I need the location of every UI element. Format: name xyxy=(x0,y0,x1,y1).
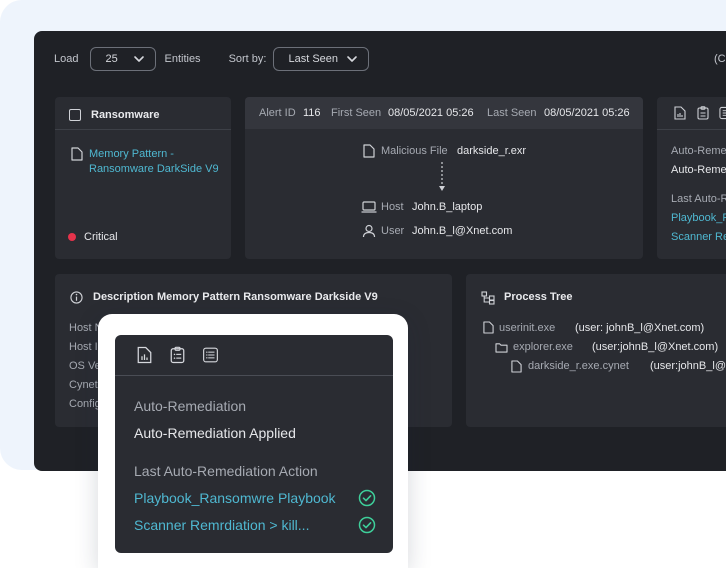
last-seen-value: 08/05/2021 05:26 xyxy=(544,107,630,119)
document-icon xyxy=(71,147,83,161)
process-node-name[interactable]: userinit.exe xyxy=(499,322,555,334)
chevron-down-icon xyxy=(134,56,145,62)
entities-label: Entities xyxy=(164,53,201,65)
info-icon xyxy=(70,291,83,304)
folder-icon xyxy=(495,343,508,353)
load-count-select[interactable]: 25 xyxy=(90,47,157,71)
playbook-action-link[interactable]: Playbook_Ransomwre Playbook xyxy=(134,490,336,506)
toolbar-right-text: (C xyxy=(714,53,726,65)
playbook-link-clipped[interactable]: Playbook_R xyxy=(671,212,726,224)
malicious-file-label: Malicious File xyxy=(381,145,448,157)
load-count-value: 25 xyxy=(105,53,118,65)
laptop-icon xyxy=(361,201,377,213)
first-seen-value: 08/05/2021 05:26 xyxy=(388,107,474,119)
card-divider xyxy=(55,129,231,130)
user-label: User xyxy=(381,225,405,237)
memory-pattern-link-line2[interactable]: Ransomware DarkSide V9 xyxy=(89,163,219,175)
critical-status-dot xyxy=(68,233,76,241)
list-icon[interactable] xyxy=(719,106,726,120)
auto-remediation-label: Auto-Remediation xyxy=(134,398,247,414)
auto-remediation-label-clipped: Auto-Reme xyxy=(671,145,726,157)
document-icon xyxy=(483,321,494,334)
last-action-label: Last Auto-Remediation Action xyxy=(134,463,318,479)
alert-id-value: 116 xyxy=(303,107,321,119)
select-checkbox[interactable] xyxy=(69,109,81,121)
process-tree-card: Process Tree userinit.exe (user: johnB_l… xyxy=(466,274,726,427)
detail-row-label: Host I xyxy=(69,341,98,353)
remediation-card: Auto-Reme Auto-Reme Last Auto-R Playbook… xyxy=(657,97,726,259)
report-icon[interactable] xyxy=(674,106,686,120)
host-value[interactable]: John.B_laptop xyxy=(412,201,482,213)
severity-label: Critical xyxy=(84,231,118,243)
description-label: Description xyxy=(93,291,154,303)
chevron-down-icon xyxy=(347,56,358,62)
malicious-file-value[interactable]: darkside_r.exr xyxy=(457,145,526,157)
alert-type-title: Ransomware xyxy=(91,109,160,121)
detail-row-label: Config xyxy=(69,398,101,410)
auto-remediation-popup: Auto-Remediation Auto-Remediation Applie… xyxy=(98,314,408,568)
sort-select[interactable]: Last Seen xyxy=(273,47,370,71)
user-icon xyxy=(362,224,376,238)
sort-value: Last Seen xyxy=(288,53,339,65)
ransomware-alert-card[interactable]: Ransomware Memory Pattern - Ransomware D… xyxy=(55,97,231,259)
process-node-name[interactable]: darkside_r.exe.cynet xyxy=(528,360,629,372)
tree-structure-icon xyxy=(481,291,495,305)
process-node-user: (user: johnB_l@Xnet.com) xyxy=(575,322,705,334)
file-icon xyxy=(363,144,375,158)
list-icon[interactable] xyxy=(202,347,219,363)
popup-divider xyxy=(115,375,393,376)
clipboard-icon[interactable] xyxy=(697,106,709,120)
first-seen-label: First Seen xyxy=(331,107,382,119)
detail-row-label: OS Ve xyxy=(69,360,101,372)
auto-remediation-value: Auto-Remediation Applied xyxy=(134,425,296,441)
check-circle-icon xyxy=(358,516,376,534)
scanner-link-clipped[interactable]: Scanner Re xyxy=(671,231,726,243)
report-icon[interactable] xyxy=(137,346,152,364)
dashed-arrow-down-icon xyxy=(439,162,445,191)
clipboard-icon[interactable] xyxy=(170,346,185,364)
alert-detail-card: Alert ID 116 First Seen 08/05/2021 05:26… xyxy=(245,97,643,259)
sort-label: Sort by: xyxy=(228,53,267,65)
process-node-name[interactable]: explorer.exe xyxy=(513,341,573,353)
process-tree-title: Process Tree xyxy=(504,291,573,303)
card-divider xyxy=(657,129,726,130)
auto-remediation-value-clipped: Auto-Reme xyxy=(671,164,726,176)
check-circle-icon xyxy=(358,489,376,507)
document-icon xyxy=(511,360,522,373)
user-value[interactable]: John.B_l@Xnet.com xyxy=(412,225,512,237)
alert-id-label: Alert ID xyxy=(259,107,296,119)
host-label: Host xyxy=(381,201,404,213)
scanner-action-link[interactable]: Scanner Remrdiation > kill... xyxy=(134,517,309,533)
process-node-user: (user:johnB_l@Xnet.com) xyxy=(592,341,719,353)
toolbar: Load 25 Entities Sort by: Last Seen xyxy=(54,46,370,72)
load-label: Load xyxy=(54,53,79,65)
detail-row-label: Cynet xyxy=(69,379,98,391)
process-node-user: (user:johnB_l@X xyxy=(650,360,726,372)
description-value: Memory Pattern Ransomware Darkside V9 xyxy=(157,291,378,303)
memory-pattern-link-line1[interactable]: Memory Pattern - xyxy=(89,148,174,160)
last-action-label-clipped: Last Auto-R xyxy=(671,193,726,205)
auto-remediation-panel: Auto-Remediation Auto-Remediation Applie… xyxy=(115,335,393,553)
last-seen-label: Last Seen xyxy=(487,107,537,119)
